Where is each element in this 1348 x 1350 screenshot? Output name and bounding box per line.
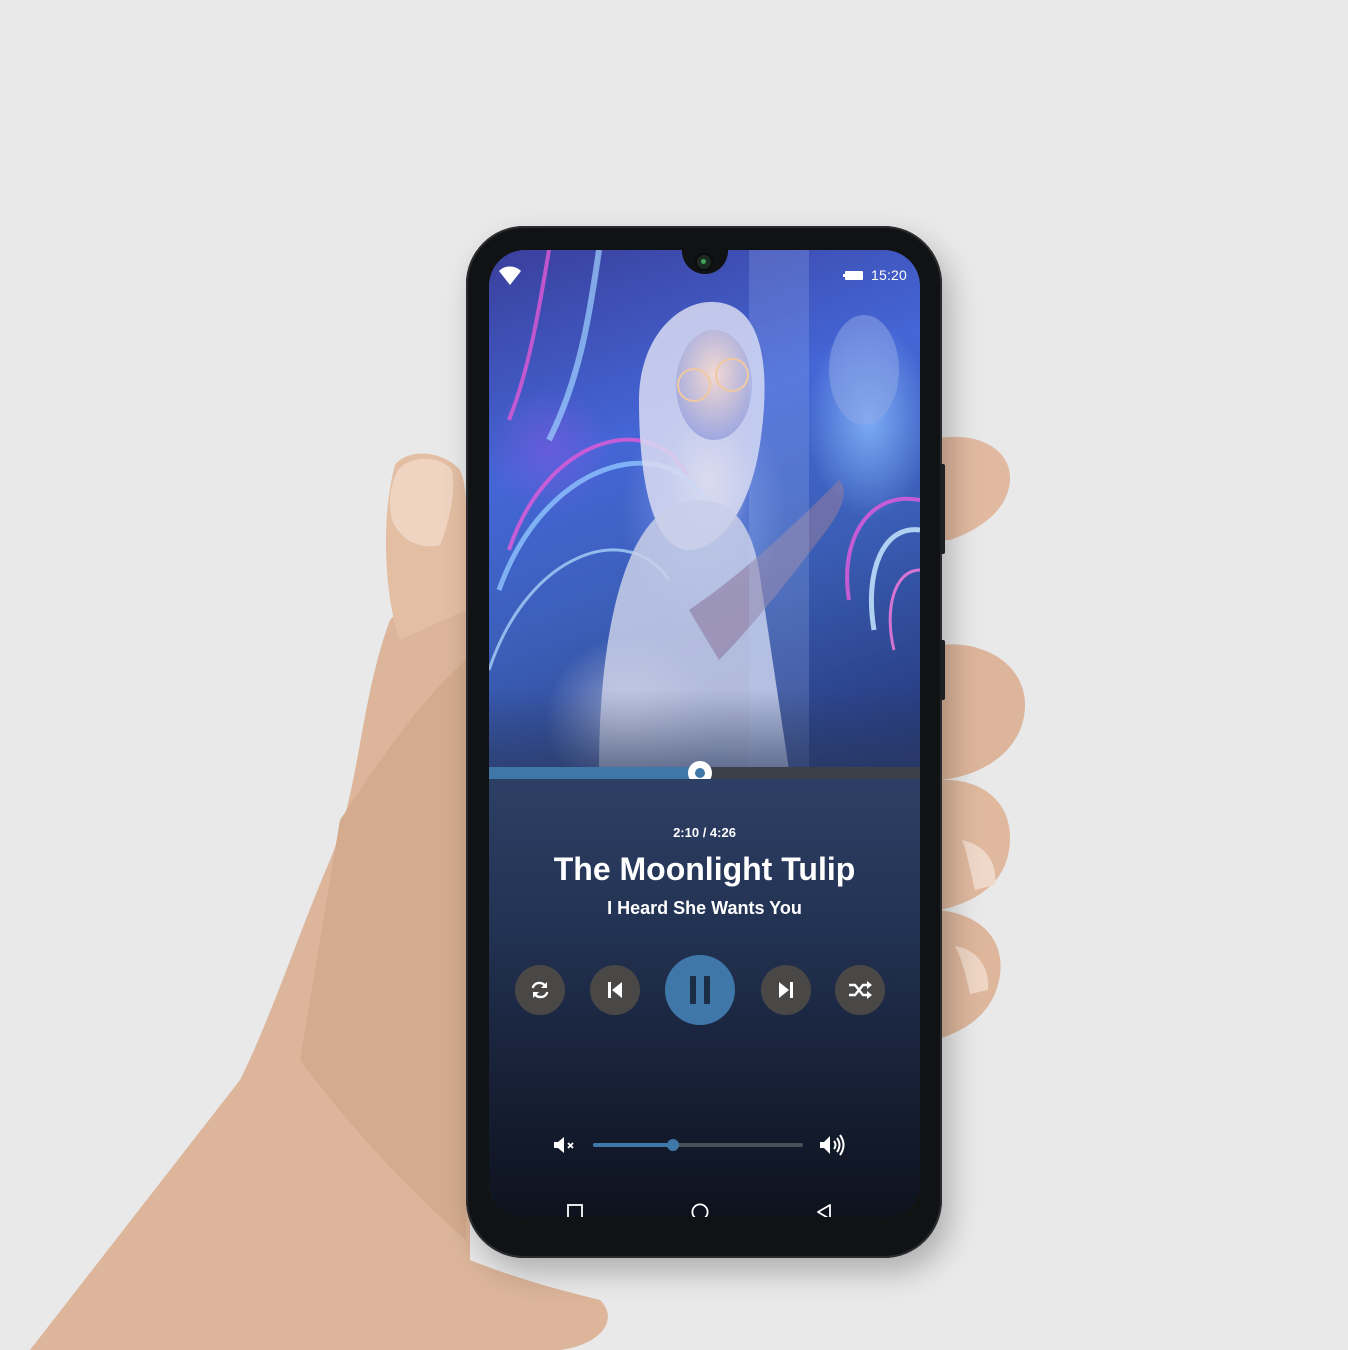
shuffle-icon <box>849 981 872 999</box>
triangle-back-icon <box>817 1204 831 1217</box>
circle-icon <box>691 1203 709 1217</box>
next-track-button[interactable] <box>761 965 811 1015</box>
status-clock: 15:20 <box>871 267 908 283</box>
power-button <box>940 464 945 554</box>
shuffle-button[interactable] <box>835 965 885 1015</box>
battery-icon <box>843 271 863 280</box>
track-title: The Moonlight Tulip <box>553 851 856 887</box>
album-artwork <box>489 250 920 770</box>
volume-slider-fill <box>593 1143 673 1147</box>
repeat-button[interactable] <box>515 965 565 1015</box>
player-panel: 2:10 / 4:26 The Moonlight Tulip I Heard … <box>489 779 920 1217</box>
track-artist: I Heard She Wants You <box>607 898 802 918</box>
play-pause-button[interactable] <box>665 955 735 1025</box>
home-button[interactable] <box>685 1197 715 1217</box>
seek-bar-fill <box>489 767 701 779</box>
playback-time: 2:10 / 4:26 <box>673 825 736 840</box>
back-button[interactable] <box>809 1197 839 1217</box>
volume-mute-icon[interactable] <box>553 1135 579 1155</box>
smartphone: 15:20 2:10 / 4:26 The Moonlight Tulip I … <box>466 226 945 1258</box>
system-navigation-bar <box>489 1197 920 1217</box>
skip-next-icon <box>779 982 793 998</box>
volume-slider[interactable] <box>593 1139 803 1151</box>
volume-control <box>489 1129 920 1159</box>
phone-screen: 15:20 2:10 / 4:26 The Moonlight Tulip I … <box>489 250 920 1217</box>
volume-up-icon[interactable] <box>819 1133 847 1157</box>
previous-track-button[interactable] <box>590 965 640 1015</box>
artwork-fade <box>489 690 920 770</box>
pause-icon <box>690 976 710 1004</box>
square-icon <box>567 1204 583 1217</box>
seek-bar[interactable] <box>489 761 920 785</box>
repeat-icon <box>531 981 549 999</box>
skip-previous-icon <box>608 982 622 998</box>
wifi-icon <box>499 266 521 285</box>
recents-button[interactable] <box>560 1197 590 1217</box>
front-camera-icon <box>697 255 711 269</box>
volume-button <box>940 640 945 700</box>
volume-slider-handle[interactable] <box>666 1139 679 1151</box>
product-mockup-scene: 15:20 2:10 / 4:26 The Moonlight Tulip I … <box>0 0 1348 1350</box>
